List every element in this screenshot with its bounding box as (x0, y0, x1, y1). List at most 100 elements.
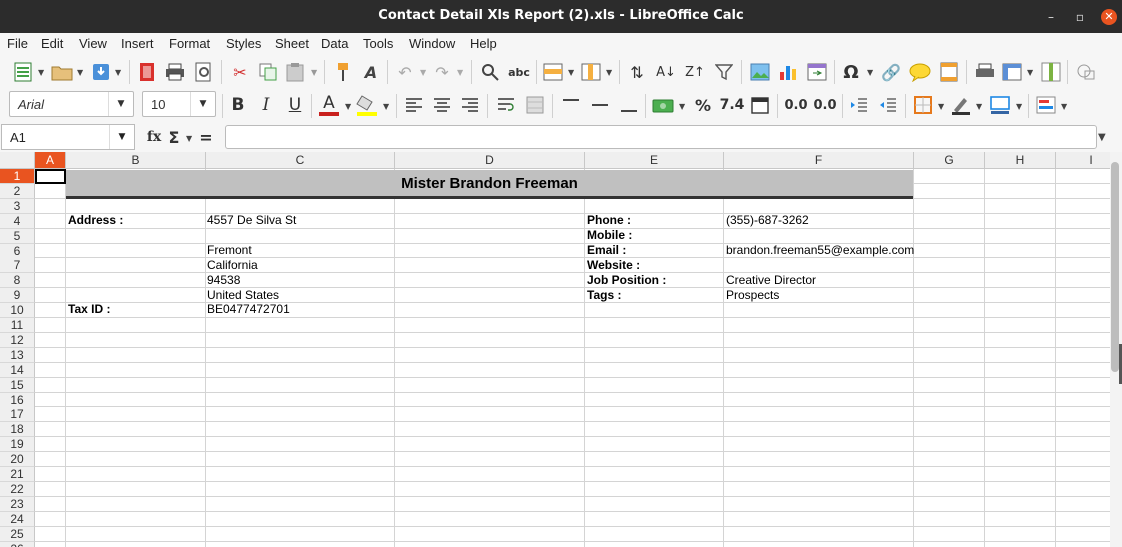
column-icon[interactable] (580, 61, 602, 83)
find-replace-icon[interactable] (479, 61, 501, 83)
new-spreadsheet-icon[interactable] (12, 61, 34, 83)
select-all-corner[interactable] (0, 152, 35, 169)
decrease-indent-icon[interactable] (877, 94, 899, 116)
highlight-dropdown-icon[interactable]: ▼ (383, 102, 389, 111)
freeze-rows-columns-icon[interactable] (1001, 61, 1023, 83)
formula-button[interactable]: = (199, 126, 213, 148)
menu-tools[interactable]: Tools (363, 36, 393, 51)
menu-insert[interactable]: Insert (121, 36, 154, 51)
row-header-14[interactable]: 14 (0, 362, 35, 378)
menu-sheet[interactable]: Sheet (275, 36, 309, 51)
border-style-dropdown-icon[interactable]: ▼ (976, 102, 982, 111)
export-pdf-icon[interactable] (137, 61, 157, 83)
hyperlink-icon[interactable]: 🔗 (880, 61, 902, 83)
column-header-f[interactable]: F (724, 152, 914, 169)
column-header-i[interactable]: I (1056, 152, 1110, 169)
row-header-4[interactable]: 4 (0, 213, 35, 229)
conditional-format-dropdown-icon[interactable]: ▼ (1061, 102, 1067, 111)
row-header-18[interactable]: 18 (0, 422, 35, 438)
wrap-text-icon[interactable] (495, 94, 517, 116)
bold-button[interactable]: B (228, 94, 248, 116)
add-decimal-button[interactable]: 0.0 (783, 94, 809, 116)
menu-file[interactable]: File (7, 36, 28, 51)
undo-dropdown-icon[interactable]: ▼ (420, 68, 426, 77)
show-draw-functions-icon[interactable] (1075, 61, 1097, 83)
row-icon[interactable] (542, 61, 564, 83)
paste-icon[interactable] (284, 61, 306, 83)
increase-indent-icon[interactable] (848, 94, 870, 116)
column-dropdown-icon[interactable]: ▼ (606, 68, 612, 77)
website-label[interactable]: Website : (587, 258, 640, 273)
font-name-combobox[interactable]: Arial ▼ (9, 91, 134, 117)
row-header-25[interactable]: 25 (0, 526, 35, 542)
row-header-17[interactable]: 17 (0, 407, 35, 423)
border-color-icon[interactable] (988, 94, 1012, 116)
number-format-button[interactable]: 7.4 (720, 94, 745, 116)
border-style-icon[interactable] (950, 94, 972, 116)
tax-id-label[interactable]: Tax ID : (68, 302, 110, 317)
row-header-8[interactable]: 8 (0, 273, 35, 289)
open-folder-icon[interactable] (50, 61, 74, 83)
font-size-combobox[interactable]: 10 ▼ (142, 91, 216, 117)
redo-dropdown-icon[interactable]: ▼ (457, 68, 463, 77)
column-header-h[interactable]: H (985, 152, 1056, 169)
currency-icon[interactable] (651, 94, 675, 116)
currency-dropdown-icon[interactable]: ▼ (679, 102, 685, 111)
underline-button[interactable]: U (284, 94, 306, 116)
column-header-b[interactable]: B (66, 152, 206, 169)
save-icon[interactable] (90, 61, 112, 83)
name-box[interactable]: A1 ▼ (1, 124, 135, 150)
tags-label[interactable]: Tags : (587, 288, 621, 303)
function-wizard-button[interactable]: fx (145, 126, 163, 148)
merge-center-icon[interactable] (524, 94, 546, 116)
row-header-1[interactable]: 1 (0, 169, 35, 184)
autofilter-icon[interactable] (713, 61, 735, 83)
vertical-scrollbar[interactable] (1110, 152, 1122, 547)
split-window-icon[interactable] (1040, 61, 1062, 83)
border-color-dropdown-icon[interactable]: ▼ (1016, 102, 1022, 111)
contact-name-banner[interactable]: Mister Brandon Freeman (66, 170, 913, 199)
insert-image-icon[interactable] (749, 61, 771, 83)
freeze-dropdown-icon[interactable]: ▼ (1027, 68, 1033, 77)
row-header-10[interactable]: 10 (0, 303, 35, 319)
menu-styles[interactable]: Styles (226, 36, 261, 51)
special-character-dropdown-icon[interactable]: ▼ (867, 68, 873, 77)
headers-footers-icon[interactable] (938, 61, 960, 83)
spelling-icon[interactable]: abc (506, 61, 532, 83)
new-dropdown-icon[interactable]: ▼ (38, 68, 44, 77)
row-header-24[interactable]: 24 (0, 511, 35, 527)
italic-button[interactable]: I (256, 94, 276, 116)
row-header-2[interactable]: 2 (0, 183, 35, 199)
undo-icon[interactable]: ↶ (395, 61, 415, 83)
define-print-area-icon[interactable] (974, 61, 996, 83)
print-preview-icon[interactable] (193, 61, 215, 83)
sort-icon[interactable]: ⇅ (626, 61, 648, 83)
close-button[interactable]: ✕ (1100, 0, 1118, 33)
menu-window[interactable]: Window (409, 36, 455, 51)
row-header-16[interactable]: 16 (0, 392, 35, 408)
mobile-label[interactable]: Mobile : (587, 228, 632, 243)
email-label[interactable]: Email : (587, 243, 626, 258)
font-size-dropdown-icon[interactable]: ▼ (190, 92, 215, 116)
borders-icon[interactable] (912, 94, 934, 116)
menu-data[interactable]: Data (321, 36, 348, 51)
row-header-22[interactable]: 22 (0, 481, 35, 497)
address-label[interactable]: Address : (68, 213, 123, 228)
font-color-dropdown-icon[interactable]: ▼ (345, 102, 351, 111)
email-value[interactable]: brandon.freeman55@example.com (726, 243, 914, 258)
row-dropdown-icon[interactable]: ▼ (568, 68, 574, 77)
percent-button[interactable]: % (692, 94, 714, 116)
maximize-button[interactable]: ▫ (1070, 0, 1090, 33)
vertical-scroll-thumb[interactable] (1111, 162, 1119, 372)
column-header-g[interactable]: G (914, 152, 985, 169)
minimize-button[interactable]: – (1041, 0, 1061, 33)
menu-view[interactable]: View (79, 36, 107, 51)
row-header-12[interactable]: 12 (0, 332, 35, 348)
formula-input[interactable] (225, 125, 1097, 149)
align-bottom-icon[interactable] (618, 94, 640, 116)
name-box-dropdown-icon[interactable]: ▼ (109, 125, 134, 149)
menu-edit[interactable]: Edit (41, 36, 63, 51)
address-city[interactable]: Fremont (207, 243, 252, 258)
job-position-value[interactable]: Creative Director (726, 273, 816, 288)
column-header-a[interactable]: A (35, 152, 66, 169)
